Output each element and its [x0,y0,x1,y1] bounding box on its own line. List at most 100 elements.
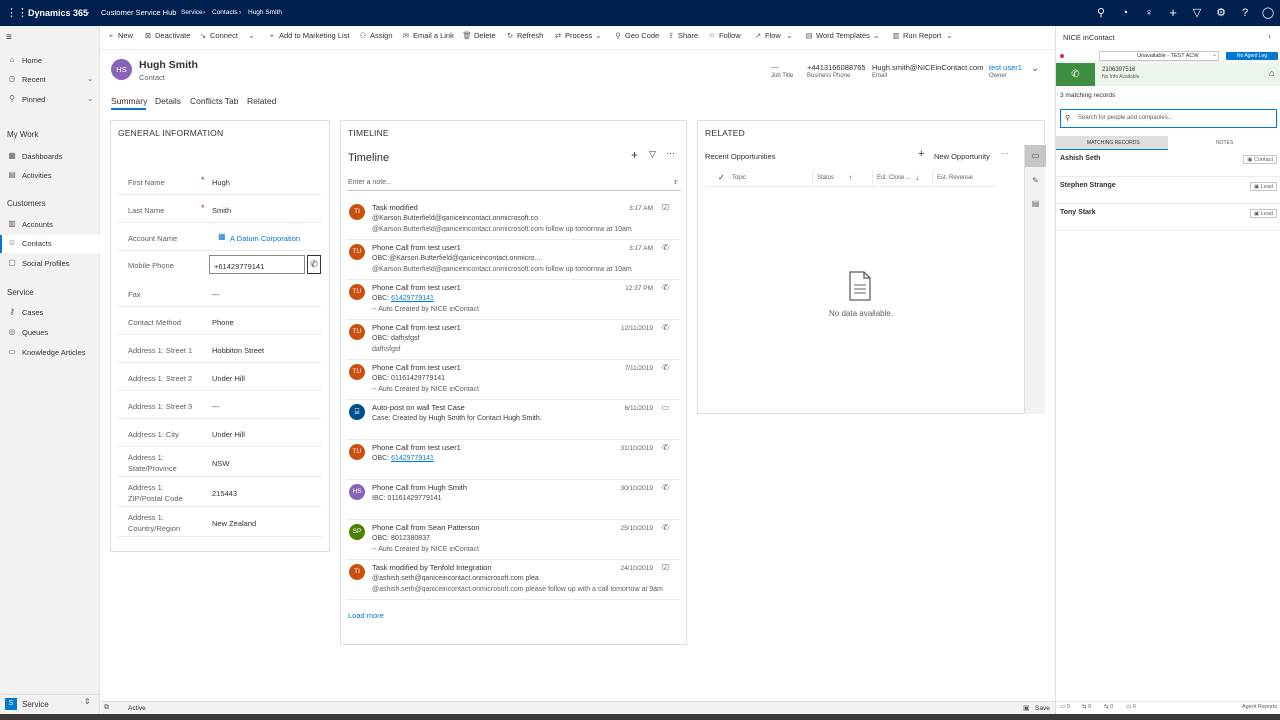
timeline-item[interactable]: ⌸ Auto-post on wall Test Case Case: Crea… [347,400,681,440]
rail-tools-icon[interactable]: ✎ [1025,170,1046,192]
tab-conflicts[interactable]: Conflicts Tab [190,96,239,106]
street-3-input[interactable]: --- [212,402,220,411]
contact-method-select[interactable]: Phone [212,318,234,327]
process-chevron-icon[interactable]: ⌄ [595,31,602,40]
more-options-icon[interactable]: ··· [666,148,675,158]
email-value[interactable]: Hugh.smith@NICEinContact.com [872,63,983,72]
street-1-input[interactable]: Hobbiton Street [212,346,264,355]
nav-cases[interactable]: ⚷ Cases [0,304,100,322]
add-to-marketing-list-button[interactable]: + Add to Marketing List [267,31,350,45]
timeline-item[interactable]: TI Task modified @Karson.Butterfield@qan… [347,200,681,240]
settings-icon[interactable]: ⚙ [1214,6,1228,20]
tab-notes[interactable]: NOTES [1168,136,1280,150]
help-icon[interactable]: ? [1238,6,1252,20]
open-in-window-icon[interactable]: ⧉ [104,704,109,712]
agent-leg-badge[interactable]: No Agent Leg [1226,52,1278,60]
country-input[interactable]: New Zealand [212,519,256,528]
breadcrumb-contacts[interactable]: Contacts [212,9,238,16]
business-phone-value[interactable]: +4413166088765 [807,63,866,72]
fax-input[interactable]: --- [212,290,220,299]
search-icon[interactable]: ⚲ [1094,6,1108,20]
timeline-item[interactable]: TU Phone Call from test user1 OBC:@Karso… [347,240,681,280]
timeline-item[interactable]: HS Phone Call from Hugh Smith IBC: 01161… [347,480,681,520]
breadcrumb-service[interactable]: Service [181,9,203,16]
app-module[interactable]: Customer Service Hub [101,8,176,17]
add-activity-plus-icon[interactable]: + [631,148,638,162]
record-type-badge[interactable]: ▣ Lead [1250,182,1277,191]
follow-button[interactable]: ☆ Follow [707,31,741,45]
header-expand-chevron-icon[interactable]: ⌄ [1031,63,1039,74]
plus-icon[interactable]: + [918,148,924,160]
column-est-close[interactable]: Est. Close ... [877,175,911,181]
agent-state-select[interactable]: Unavailable - TEST ACW [1099,51,1219,61]
zip-input[interactable]: 215443 [212,489,237,498]
nav-social-profiles[interactable]: ▢ Social Profiles [0,255,100,273]
footer-counter[interactable]: ▭ 0 [1060,704,1070,710]
tab-matching-records[interactable]: MATCHING RECORDS [1056,136,1168,150]
timeline-item[interactable]: TU Phone Call from test user1 OBC: 01161… [347,360,681,400]
column-topic[interactable]: Topic [732,175,746,181]
last-name-input[interactable]: Smith [212,206,231,215]
nav-dashboards[interactable]: ▦ Dashboards [0,148,100,166]
nav-pinned[interactable]: ⚲ Pinned ⌄ [0,91,100,109]
phone-number-link[interactable]: 61429779141 [391,295,434,302]
column-status[interactable]: Status [817,175,834,181]
flow-button[interactable]: ↗ Flow [753,31,781,45]
contact-link[interactable]: Hugh Smith [503,415,540,422]
footer-counter[interactable]: ⇆ 0 [1082,704,1091,710]
assistant-icon[interactable]: ◔ [1118,6,1132,20]
record-type-badge[interactable]: ▣ Contact [1243,155,1277,164]
app-switch-chevron-icon[interactable]: ⌄ [84,7,91,16]
word-templates-chevron-icon[interactable]: ⌄ [873,31,880,40]
run-report-chevron-icon[interactable]: ⌄ [946,31,953,40]
area-switcher[interactable]: S Service ⇕ [0,694,100,714]
connect-chevron-icon[interactable]: ⌄ [248,31,255,40]
hamburger-icon[interactable]: ≡ [6,32,12,43]
note-input[interactable]: Enter a note... ⌽ [347,174,681,191]
refresh-button[interactable]: ↻ Refresh [505,31,543,45]
state-input[interactable]: NSW [212,459,230,468]
email-link-button[interactable]: ✉ Email a Link [401,31,454,45]
tab-related[interactable]: Related [247,96,276,106]
filter-icon[interactable]: ▽ [1190,6,1204,20]
matching-record-row[interactable]: Stephen Strange ▣ Lead [1056,177,1280,204]
rail-document-icon[interactable]: ▤ [1025,193,1046,215]
timeline-item[interactable]: TU Phone Call from test user1 OBC: dafhs… [347,320,681,360]
nav-accounts[interactable]: ▥ Accounts [0,216,100,234]
nav-recent[interactable]: ◷ Recent ⌄ [0,71,100,89]
new-button[interactable]: + New [106,31,133,45]
footer-counter[interactable]: ⇆ 0 [1104,704,1113,710]
save-button[interactable]: Save [1035,705,1050,712]
process-button[interactable]: ⇄ Process [553,31,592,45]
chevron-down-icon[interactable]: ⌄ [87,74,93,83]
load-more-link[interactable]: Load more [348,611,384,620]
timeline-item[interactable]: SP Phone Call from Sean Patterson OBC: 8… [347,520,681,560]
agent-reports-link[interactable]: Agent Reports [1242,704,1277,710]
created-by-link[interactable]: Hugh Smith [428,415,465,422]
owner-value[interactable]: test user1 [989,63,1022,72]
nav-queues[interactable]: ◎ Queues [0,324,100,342]
word-templates-button[interactable]: ▤ Word Templates [804,31,869,45]
matching-record-row[interactable]: Ashish Seth ▣ Contact [1056,150,1280,177]
assign-button[interactable]: ⚇ Assign [358,31,393,45]
timeline-item[interactable]: TI Task modified by Tenfold Integration … [347,560,681,600]
timeline-item[interactable]: TU Phone Call from test user1 OBC: 61429… [347,440,681,480]
people-search-input[interactable]: ⚲ Search for people and companies... [1060,109,1277,128]
matching-record-row[interactable]: Tony Stark ▣ Lead [1056,204,1280,231]
street-2-input[interactable]: Under Hill [212,374,245,383]
lightbulb-icon[interactable]: ♀ [1142,6,1156,20]
chevron-down-icon[interactable]: ⌄ [87,94,93,103]
first-name-input[interactable]: Hugh [212,178,230,187]
flow-chevron-icon[interactable]: ⌄ [786,31,793,40]
plus-icon[interactable]: + [1166,6,1180,20]
select-all-checkbox-icon[interactable]: ✓ [718,173,725,182]
answer-call-icon[interactable]: ✆ [1056,63,1095,86]
app-launcher-icon[interactable]: ⋮⋮ [6,6,28,20]
collapse-chevron-icon[interactable]: › [1268,31,1271,41]
user-icon[interactable]: ◯ [1261,6,1275,20]
tab-summary[interactable]: Summary [111,96,147,106]
nav-home[interactable]: ⌂ Home [0,52,100,70]
tab-details[interactable]: Details [155,96,181,106]
more-options-icon[interactable]: ··· [1001,149,1009,158]
run-report-button[interactable]: ▥ Run Report [891,31,941,45]
